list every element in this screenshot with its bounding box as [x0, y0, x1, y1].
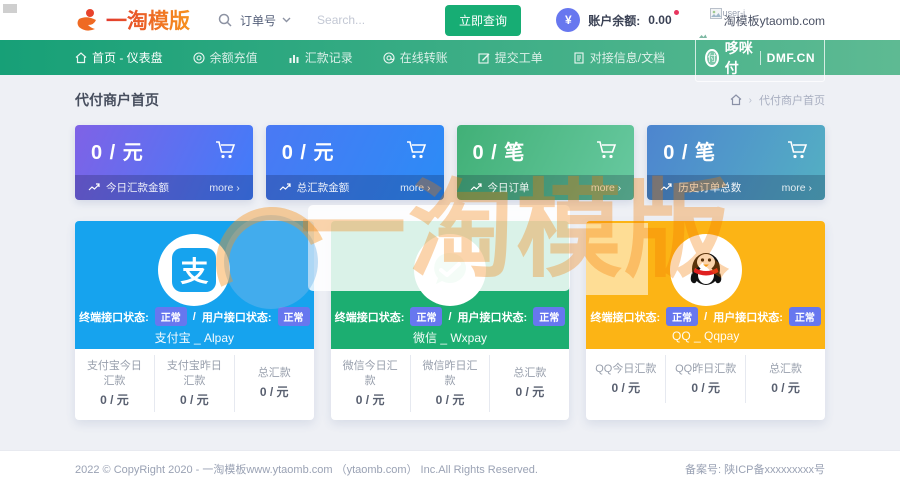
breadcrumb-home-icon[interactable] [730, 94, 742, 106]
search-icon [218, 13, 232, 27]
logo-text: 一淘模版 [106, 5, 190, 35]
channel-name: 支付宝 _ Alpay [75, 329, 314, 346]
logo-person-icon [75, 7, 101, 33]
search-submit-button[interactable]: 立即查询 [445, 5, 521, 36]
breadcrumb-current: 代付商户首页 [759, 92, 825, 108]
stat-label-wrap: 今日订单 [470, 180, 530, 195]
channel-stats: 支付宝今日汇款 0 / 元 支付宝昨日汇款 0 / 元 总汇款 0 / 元 [75, 349, 314, 412]
status-badge: 正常 [666, 307, 698, 326]
copyright-text: 2022 © CopyRight 2020 - 一淘模板www.ytaomb.c… [75, 461, 538, 477]
search-category-dropdown[interactable]: 订单号 [240, 12, 291, 29]
cart-icon [406, 140, 428, 160]
at-icon [383, 52, 395, 64]
channel-stat: 总汇款 0 / 元 [489, 355, 569, 412]
status-badge: 正常 [410, 307, 442, 326]
brand-domain: DMF.CN [767, 51, 815, 65]
site-logo[interactable]: 一淘模版 [75, 5, 190, 35]
stat-label-wrap: 总汇款金额 [279, 180, 350, 195]
icp-text: 备案号: 陕ICP备xxxxxxxxx号 [685, 461, 825, 477]
balance-value: 0.00 [648, 13, 671, 27]
channel-stat: 微信昨日汇款 0 / 元 [410, 355, 490, 412]
stat-card-today-remit[interactable]: 0 / 元 今日汇款金额 more › [75, 125, 253, 200]
nav-item-api-docs[interactable]: 对接信息/文档 [573, 49, 665, 66]
status-badge: 正常 [533, 307, 565, 326]
channel-stats: QQ今日汇款 0 / 元 QQ昨日汇款 0 / 元 总汇款 0 / 元 [586, 349, 825, 403]
channel-stat: 微信今日汇款 0 / 元 [331, 355, 410, 412]
page-footer: 2022 © CopyRight 2020 - 一淘模板www.ytaomb.c… [0, 450, 900, 487]
stat-value: 0 / 元 [91, 136, 144, 165]
title-row: 代付商户首页 › 代付商户首页 [75, 75, 825, 125]
watermark-logo-icon [224, 215, 318, 309]
channel-stat: QQ昨日汇款 0 / 元 [665, 355, 745, 403]
broken-favicon-artifact [3, 4, 17, 13]
stat-card-row: 0 / 元 今日汇款金额 more › 0 / 元 [75, 125, 825, 200]
channel-name: QQ _ Qqpay [586, 329, 825, 343]
brand-name: 哆咪付 [725, 38, 754, 78]
cart-icon [215, 140, 237, 160]
channel-stat: 支付宝今日汇款 0 / 元 [75, 355, 154, 412]
cart-icon [787, 140, 809, 160]
more-link[interactable]: more › [400, 182, 430, 194]
stat-value: 0 / 笔 [473, 136, 526, 165]
nav-item-remit-records[interactable]: 汇款记录 [288, 49, 353, 66]
channel-stat: 总汇款 0 / 元 [745, 355, 825, 403]
more-link[interactable]: more › [209, 182, 239, 194]
more-link[interactable]: more › [591, 182, 621, 194]
account-balance[interactable]: ¥ 账户余额: 0.00 [556, 8, 671, 32]
bar-chart-icon [288, 52, 300, 64]
more-link[interactable]: more › [782, 182, 812, 194]
breadcrumb: › 代付商户首页 [730, 92, 825, 108]
trend-icon [660, 183, 672, 192]
channel-stat: 支付宝昨日汇款 0 / 元 [154, 355, 234, 412]
balance-label: 账户余额: [588, 12, 640, 29]
stat-card-total-remit[interactable]: 0 / 元 总汇款金额 more › [266, 125, 444, 200]
broken-avatar-icon: user-i [710, 8, 746, 19]
stat-label-wrap: 今日汇款金额 [88, 180, 169, 195]
nav-item-online-transfer[interactable]: 在线转账 [383, 49, 448, 66]
trend-icon [88, 183, 100, 192]
channel-stat: 总汇款 0 / 元 [234, 355, 314, 412]
nav-item-submit-ticket[interactable]: 提交工单 [478, 49, 543, 66]
stat-card-history-orders[interactable]: 0 / 笔 历史订单总数 more › [647, 125, 825, 200]
search-bar: 订单号 立即查询 [218, 5, 521, 36]
stat-value: 0 / 元 [282, 136, 335, 165]
status-badge: 正常 [789, 307, 821, 326]
brand-badge[interactable]: 付 哆咪付 DMF.CN [695, 34, 825, 82]
brand-logo-icon: 付 [705, 49, 719, 67]
coin-icon [193, 52, 205, 64]
status-line: 终端接口状态: 正常 / 用户接口状态: 正常 [586, 307, 825, 326]
watermark-white-box [308, 205, 570, 291]
user-menu[interactable]: user-i 淘模板ytaomb.com [710, 12, 825, 29]
nav-item-recharge[interactable]: 余额充值 [193, 49, 258, 66]
broken-image-icon [698, 31, 708, 40]
edit-icon [478, 52, 490, 64]
stat-value: 0 / 笔 [663, 136, 716, 165]
stat-label-wrap: 历史订单总数 [660, 180, 741, 195]
main-nav: 首页 - 仪表盘 余额充值 汇款记录 在线转账 提交工单 对接信息/文档 付 哆… [0, 40, 900, 75]
document-icon [573, 52, 585, 64]
qq-logo-icon [670, 234, 742, 306]
stat-card-today-orders[interactable]: 0 / 笔 今日订单 more › [457, 125, 635, 200]
yen-icon: ¥ [556, 8, 580, 32]
home-icon [75, 52, 87, 64]
trend-icon [470, 183, 482, 192]
breadcrumb-separator: › [749, 95, 752, 106]
dashboard-page: 一淘模版 订单号 立即查询 ¥ 账户余额: 0.00 [0, 0, 900, 487]
watermark-white-patch [586, 223, 648, 295]
status-badge: 正常 [155, 307, 187, 326]
search-category-value: 订单号 [240, 12, 276, 29]
header-right: ¥ 账户余额: 0.00 user-i 淘模板ytaomb.com [556, 8, 825, 32]
nav-item-dashboard[interactable]: 首页 - 仪表盘 [75, 49, 163, 66]
channel-stat: QQ今日汇款 0 / 元 [586, 355, 665, 403]
page-title: 代付商户首页 [75, 90, 159, 110]
status-line: 终端接口状态: 正常 / 用户接口状态: 正常 [331, 307, 570, 326]
brand-divider [760, 51, 761, 65]
cart-icon [596, 140, 618, 160]
channel-stats: 微信今日汇款 0 / 元 微信昨日汇款 0 / 元 总汇款 0 / 元 [331, 349, 570, 412]
search-input[interactable] [317, 13, 427, 27]
channel-name: 微信 _ Wxpay [331, 329, 570, 346]
chevron-down-icon [282, 17, 291, 23]
trend-icon [279, 183, 291, 192]
